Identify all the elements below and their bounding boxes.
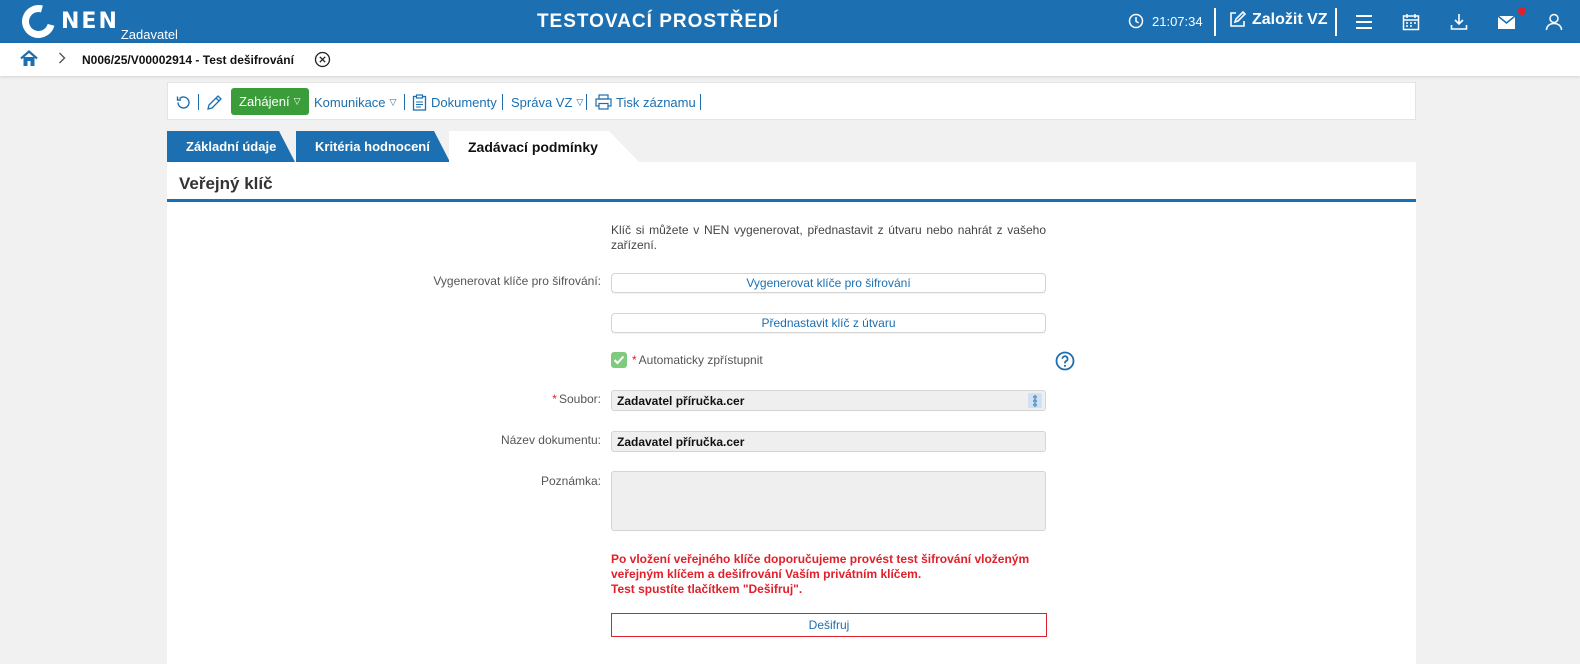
mail-icon[interactable] [1496,12,1516,32]
start-label: Zahájení [239,94,290,109]
file-label: * Soubor: [167,392,601,406]
toolbar-divider [700,94,701,110]
warning-line: Test spustíte tlačítkem "Dešifruj". [611,582,803,596]
tab-evaluation-criteria[interactable]: Kritéria hodnocení [296,131,450,162]
edit-square-icon [1230,11,1246,27]
calendar-icon[interactable] [1401,12,1421,32]
decrypt-test-warning: Po vložení veřejného klíče doporučujeme … [611,552,1051,597]
manage-vz-label: Správa VZ [511,94,573,110]
warning-line: Po vložení veřejného klíče doporučujeme … [611,552,1030,566]
clipboard-icon [412,93,427,111]
dropdown-triangle-icon: ▽ [389,96,397,107]
info-text: Klíč si můžete v NEN vygenerovat, předna… [611,223,1046,252]
session-clock: 21:07:34 [1128,13,1203,29]
breadcrumb-title[interactable]: N006/25/V00002914 - Test dešifrování [82,53,294,67]
document-name-value: Zadavatel příručka.cer [617,434,745,449]
header-divider [1335,8,1337,36]
help-icon[interactable] [1055,351,1075,374]
printer-icon [595,94,612,110]
document-name-label: Název dokumentu: [500,433,601,447]
required-mark: * [632,353,637,367]
documents-link[interactable]: Dokumenty [412,83,497,121]
checkmark-icon [613,355,625,365]
environment-title: TESTOVACÍ PROSTŘEDÍ [536,11,780,32]
print-record-link[interactable]: Tisk záznamu [595,83,696,121]
toolbar-divider [404,94,405,110]
note-label: Poznámka: [540,474,601,488]
tab-label: Základní údaje [186,139,277,154]
communication-menu[interactable]: Komunikace ▽ [314,83,396,121]
edit-icon[interactable] [206,83,223,121]
decrypt-button[interactable]: Dešifruj [611,613,1047,637]
create-vz-label: Založit VZ [1252,11,1328,28]
start-button[interactable]: Zahájení ▽ [231,88,309,115]
public-key-panel: Veřejný klíč Klíč si můžete v NEN vygene… [167,162,1416,664]
tab-label: Kritéria hodnocení [315,139,430,154]
file-field[interactable]: Zadavatel příručka.cer [611,390,1046,411]
file-label-text: Soubor: [558,392,601,406]
create-vz-button[interactable]: Založit VZ [1228,11,1328,29]
clock-time: 21:07:34 [1152,13,1203,29]
note-textarea[interactable] [611,471,1046,531]
chevron-right-icon [58,52,66,67]
tab-tender-conditions[interactable]: Zadávací podmínky [449,131,639,162]
auto-publish-checkbox[interactable] [611,352,627,368]
close-icon[interactable] [314,51,331,71]
download-icon[interactable] [1449,12,1469,32]
notification-dot [1518,7,1526,15]
preset-key-button[interactable]: Přednastavit klíč z útvaru [611,313,1046,333]
generate-keys-button[interactable]: Vygenerovat klíče pro šifrování [611,273,1046,293]
section-title: Veřejný klíč [179,174,273,193]
home-icon[interactable] [20,50,38,70]
file-value: Zadavatel příručka.cer [617,393,745,408]
print-record-label: Tisk záznamu [616,94,696,110]
manage-vz-menu[interactable]: Správa VZ ▽ [511,83,583,121]
auto-publish-label: * Automaticky zpřístupnit [632,353,763,367]
document-name-field[interactable]: Zadavatel příručka.cer [611,431,1046,452]
action-toolbar: Zahájení ▽ Komunikace ▽ Dokumenty Správa… [167,82,1416,120]
communication-label: Komunikace [314,94,386,110]
tab-label: Zadávací podmínky [468,138,598,155]
header-divider [1214,8,1216,36]
required-mark: * [552,392,557,406]
more-options-icon[interactable] [1028,393,1042,408]
top-header: NEN Zadavatel TESTOVACÍ PROSTŘEDÍ 21:07:… [0,0,1580,45]
generate-keys-label: Vygenerovat klíče pro šifrování: [433,274,601,288]
clock-icon [1128,13,1144,29]
warning-line: veřejným klíčem a dešifrování Vaším priv… [611,567,922,581]
toolbar-divider [586,94,587,110]
section-divider [167,199,1416,202]
toolbar-divider [502,94,503,110]
documents-label: Dokumenty [431,94,497,110]
auto-publish-text: Automaticky zpřístupnit [638,353,763,367]
user-icon[interactable] [1544,12,1564,32]
toolbar-divider [198,94,199,110]
dropdown-triangle-icon: ▽ [293,96,301,106]
tab-basic-info[interactable]: Základní údaje [167,131,295,162]
dropdown-triangle-icon: ▽ [576,96,584,107]
breadcrumb: N006/25/V00002914 - Test dešifrování [0,43,1580,76]
refresh-icon[interactable] [175,83,192,121]
menu-icon[interactable] [1354,12,1374,32]
